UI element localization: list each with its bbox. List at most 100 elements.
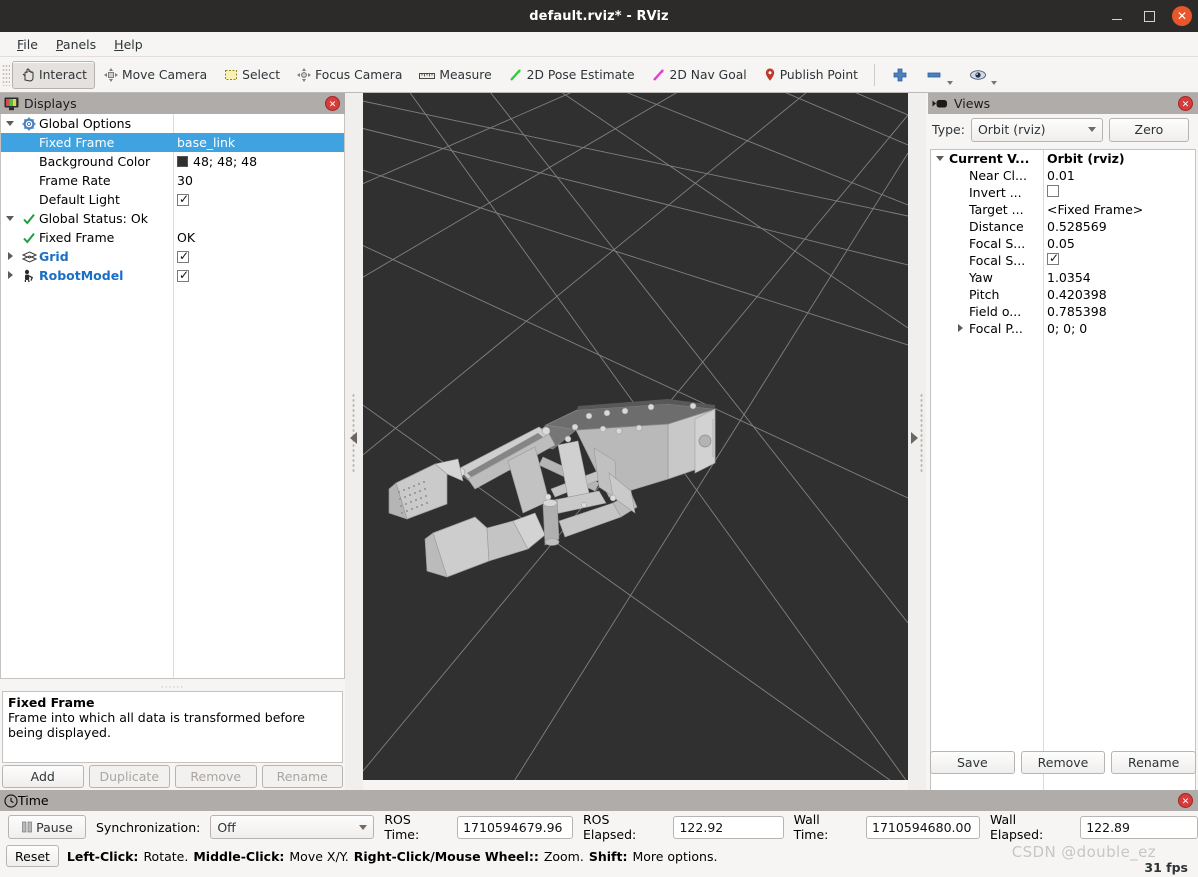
views-row-current-view[interactable]: Current V... Orbit (rviz) bbox=[931, 150, 1195, 167]
menubar: File Panels Help bbox=[0, 32, 1198, 57]
collapse-right-icon[interactable] bbox=[911, 432, 918, 444]
gear-icon bbox=[19, 117, 39, 131]
tree-row-default-light[interactable]: Default Light bbox=[1, 190, 344, 209]
time-panel: Time Pause Synchronization: Off ROS Time… bbox=[0, 790, 1198, 877]
pause-button[interactable]: Pause bbox=[8, 815, 86, 839]
views-value-yaw[interactable]: 1.0354 bbox=[1043, 270, 1195, 285]
tool-move-camera[interactable]: Move Camera bbox=[95, 61, 215, 89]
expander-right-icon-focal[interactable] bbox=[951, 323, 969, 334]
displays-panel-header: Displays bbox=[0, 93, 345, 114]
toolbar-separator bbox=[873, 63, 875, 86]
views-value-near-clip[interactable]: 0.01 bbox=[1043, 168, 1195, 183]
tree-row-global-options[interactable]: Global Options bbox=[1, 114, 344, 133]
tree-row-robotmodel[interactable]: RobotModel bbox=[1, 266, 344, 285]
views-row-target-frame[interactable]: Target ... <Fixed Frame> bbox=[931, 201, 1195, 218]
invert-z-checkbox[interactable] bbox=[1047, 185, 1059, 197]
menu-panels[interactable]: Panels bbox=[47, 35, 105, 54]
toolbar-grip[interactable] bbox=[2, 63, 10, 86]
grid-checkbox[interactable] bbox=[177, 250, 189, 263]
views-value-focal-shape-size[interactable]: 0.05 bbox=[1043, 236, 1195, 251]
views-row-field-of-view[interactable]: Field o... 0.785398 bbox=[931, 303, 1195, 320]
tool-2d-nav-goal[interactable]: 2D Nav Goal bbox=[643, 61, 755, 89]
robotmodel-checkbox[interactable] bbox=[177, 269, 189, 282]
expander-right-icon-grid[interactable] bbox=[1, 251, 19, 262]
time-close-button[interactable] bbox=[1178, 793, 1193, 808]
chevron-down-icon[interactable] bbox=[946, 80, 953, 85]
expander-down-icon[interactable] bbox=[1, 119, 19, 128]
wall-elapsed-field[interactable]: 122.89 bbox=[1080, 815, 1198, 839]
tree-value-frame-rate[interactable]: 30 bbox=[173, 173, 344, 188]
displays-close-button[interactable] bbox=[325, 96, 340, 111]
tool-remove-display[interactable] bbox=[917, 61, 961, 89]
default-light-checkbox[interactable] bbox=[177, 193, 189, 206]
collapse-left-icon[interactable] bbox=[350, 432, 357, 444]
tool-select[interactable]: Select bbox=[215, 61, 288, 89]
tool-focus-camera[interactable]: Focus Camera bbox=[288, 61, 410, 89]
zero-button[interactable]: Zero bbox=[1108, 117, 1189, 142]
tool-add-display[interactable] bbox=[883, 61, 917, 89]
tree-value-fixed-frame[interactable]: base_link bbox=[173, 135, 344, 150]
tree-row-background-color[interactable]: Background Color 48; 48; 48 bbox=[1, 152, 344, 171]
views-value-focal-point[interactable]: 0; 0; 0 bbox=[1043, 321, 1195, 336]
save-view-button[interactable]: Save bbox=[930, 751, 1015, 774]
rename-button: Rename bbox=[261, 765, 343, 788]
tool-interact[interactable]: Interact bbox=[12, 60, 95, 89]
tool-2d-pose-estimate[interactable]: 2D Pose Estimate bbox=[500, 61, 643, 89]
rename-view-button[interactable]: Rename bbox=[1111, 751, 1197, 774]
hint-shift: Shift: bbox=[588, 848, 628, 864]
views-row-distance[interactable]: Distance 0.528569 bbox=[931, 218, 1195, 235]
hint-rotate: Rotate. bbox=[143, 848, 189, 864]
views-row-focal-shape-fixed[interactable]: Focal S... bbox=[931, 252, 1195, 269]
displays-tree[interactable]: Global Options Fixed Frame base_link Bac… bbox=[0, 114, 345, 679]
views-row-pitch[interactable]: Pitch 0.420398 bbox=[931, 286, 1195, 303]
views-row-yaw[interactable]: Yaw 1.0354 bbox=[931, 269, 1195, 286]
tool-visibility[interactable] bbox=[961, 61, 1005, 89]
views-close-button[interactable] bbox=[1178, 96, 1193, 111]
menu-help[interactable]: Help bbox=[105, 35, 152, 54]
views-value-distance[interactable]: 0.528569 bbox=[1043, 219, 1195, 234]
tree-row-frame-rate[interactable]: Frame Rate 30 bbox=[1, 171, 344, 190]
tree-row-global-status[interactable]: Global Status: Ok bbox=[1, 209, 344, 228]
focal-shape-fixed-checkbox[interactable] bbox=[1047, 253, 1059, 265]
chevron-down-icon-2[interactable] bbox=[990, 80, 997, 85]
tree-label-frame-rate: Frame Rate bbox=[39, 173, 111, 188]
tree-row-status-fixed-frame[interactable]: Fixed Frame OK bbox=[1, 228, 344, 247]
views-row-near-clip[interactable]: Near Cl... 0.01 bbox=[931, 167, 1195, 184]
tool-measure[interactable]: Measure bbox=[410, 61, 499, 89]
left-splitter[interactable] bbox=[345, 93, 363, 790]
ros-time-field[interactable]: 1710594679.96 bbox=[457, 815, 573, 839]
tree-row-fixed-frame[interactable]: Fixed Frame base_link bbox=[1, 133, 344, 152]
sync-label: Synchronization: bbox=[96, 819, 201, 835]
view-type-combobox[interactable]: Orbit (rviz) bbox=[970, 117, 1103, 142]
wall-time-field[interactable]: 1710594680.00 bbox=[866, 815, 980, 839]
ruler-icon bbox=[418, 67, 436, 83]
views-tree[interactable]: Current V... Orbit (rviz) Near Cl... 0.0… bbox=[930, 149, 1196, 839]
maximize-icon[interactable] bbox=[1140, 7, 1158, 25]
menu-file[interactable]: File bbox=[8, 35, 47, 54]
expander-down-icon-2[interactable] bbox=[1, 214, 19, 223]
views-value-field-of-view[interactable]: 0.785398 bbox=[1043, 304, 1195, 319]
minimize-icon[interactable] bbox=[1108, 7, 1126, 25]
close-icon[interactable]: ✕ bbox=[1172, 6, 1192, 26]
views-value-pitch[interactable]: 0.420398 bbox=[1043, 287, 1195, 302]
sync-combobox[interactable]: Off bbox=[210, 815, 375, 839]
remove-view-button[interactable]: Remove bbox=[1020, 751, 1106, 774]
views-row-focal-point[interactable]: Focal P... 0; 0; 0 bbox=[931, 320, 1195, 337]
hint-move-xy: Move X/Y. bbox=[289, 848, 349, 864]
views-value-target-frame[interactable]: <Fixed Frame> bbox=[1043, 202, 1195, 217]
tree-row-grid[interactable]: Grid bbox=[1, 247, 344, 266]
pause-icon bbox=[21, 821, 33, 833]
render-viewport[interactable] bbox=[363, 93, 908, 780]
reset-button[interactable]: Reset bbox=[6, 845, 59, 867]
add-button[interactable]: Add bbox=[2, 765, 84, 788]
tool-publish-point[interactable]: Publish Point bbox=[755, 61, 866, 89]
views-row-focal-shape-size[interactable]: Focal S... 0.05 bbox=[931, 235, 1195, 252]
hint-right-click: Right-Click/Mouse Wheel:: bbox=[353, 848, 539, 864]
sync-value: Off bbox=[217, 819, 236, 835]
expander-down-icon-view[interactable] bbox=[931, 154, 949, 163]
expander-right-icon-robot[interactable] bbox=[1, 270, 19, 281]
move-camera-icon bbox=[103, 67, 119, 83]
ros-elapsed-field[interactable]: 122.92 bbox=[673, 815, 784, 839]
right-splitter[interactable] bbox=[908, 93, 926, 790]
views-row-invert-z[interactable]: Invert ... bbox=[931, 184, 1195, 201]
